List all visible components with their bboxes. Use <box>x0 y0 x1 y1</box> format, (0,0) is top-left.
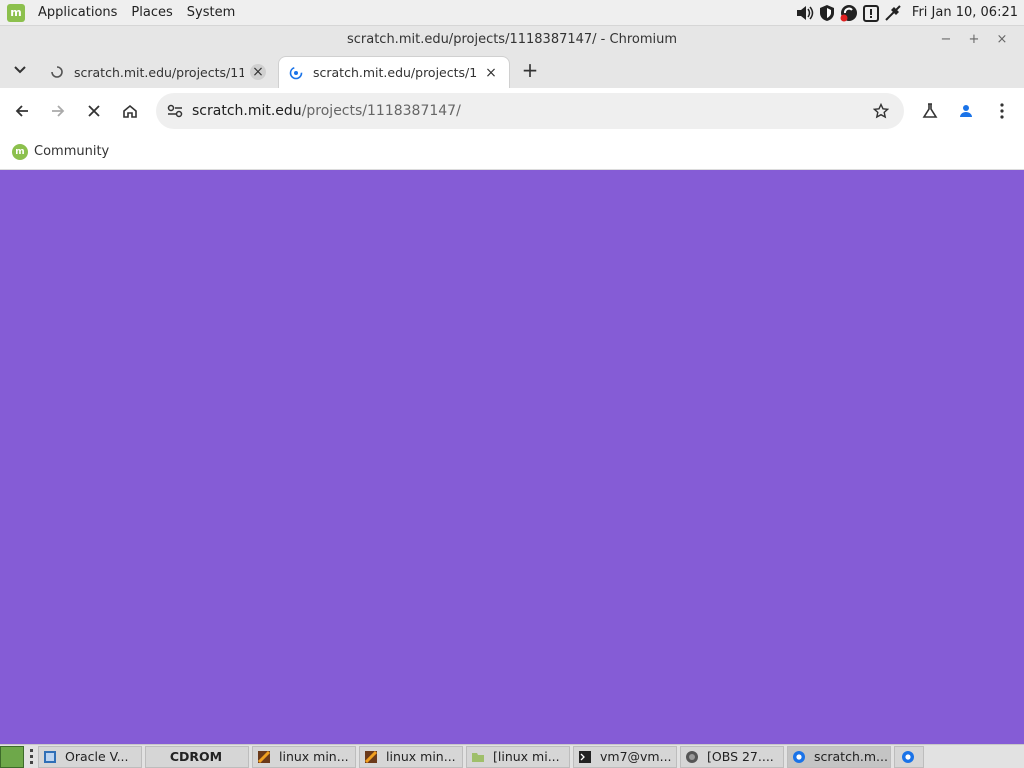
taskbar-item-label: vm7@vm... <box>600 749 672 764</box>
bookmark-community[interactable]: m Community <box>12 143 110 160</box>
volume-icon[interactable] <box>795 3 815 23</box>
taskbar-item[interactable]: CDROM <box>145 745 249 768</box>
taskbar-item[interactable]: Oracle V... <box>38 745 142 768</box>
window-controls: − + × <box>932 26 1016 52</box>
update-manager-icon[interactable] <box>839 3 859 23</box>
toolbar-right-buttons <box>912 93 1020 129</box>
url-path: /projects/1118387147/ <box>301 103 461 119</box>
applications-menu[interactable]: Applications <box>31 0 124 26</box>
minimize-button[interactable]: − <box>932 32 960 47</box>
home-icon <box>123 104 137 118</box>
clock[interactable]: Fri Jan 10, 06:21 <box>912 5 1018 20</box>
mint-menu-icon[interactable]: m <box>7 3 25 22</box>
person-icon <box>960 105 972 117</box>
places-menu[interactable]: Places <box>124 0 179 26</box>
url-host: scratch.mit.edu <box>192 103 302 119</box>
taskbar-item[interactable]: linux min... <box>252 745 356 768</box>
tab-label: scratch.mit.edu/projects/11 <box>313 65 477 80</box>
taskbar-item-label: CDROM <box>169 749 223 764</box>
taskbar-item[interactable]: scratch.m... <box>787 745 891 768</box>
tune-icon <box>167 104 183 118</box>
close-tab-icon[interactable]: × <box>250 64 266 80</box>
new-tab-button[interactable]: + <box>518 58 542 82</box>
window-title: scratch.mit.edu/projects/1118387147/ - C… <box>346 31 678 47</box>
page-content[interactable] <box>0 170 1024 744</box>
loading-favicon-icon <box>289 66 303 80</box>
taskbar-item-label: scratch.m... <box>814 749 888 764</box>
taskbar-item-label: [OBS 27.... <box>707 749 774 764</box>
system-menu[interactable]: System <box>180 0 242 26</box>
stop-loading-button[interactable] <box>76 93 112 129</box>
taskbar-item[interactable]: linux min... <box>359 745 463 768</box>
grip-handle[interactable] <box>28 748 34 766</box>
obs-icon <box>686 750 698 763</box>
taskbar-item-label: [linux mi... <box>493 749 560 764</box>
tab-strip: scratch.mit.edu/projects/11 × scratch.mi… <box>0 52 1024 88</box>
address-bar[interactable]: scratch.mit.edu/projects/1118387147/ <box>156 93 904 129</box>
bookmark-label: Community <box>34 144 110 159</box>
more-vert-icon <box>1000 103 1004 119</box>
linux-mint-icon: m <box>12 143 28 160</box>
star-icon <box>873 103 889 119</box>
forward-button[interactable] <box>40 93 76 129</box>
maximize-button[interactable]: + <box>960 32 988 47</box>
bookmark-star-button[interactable] <box>870 100 892 122</box>
close-window-button[interactable]: × <box>988 32 1016 47</box>
folder-icon <box>472 752 484 762</box>
menu-button[interactable] <box>984 93 1020 129</box>
tab-label: scratch.mit.edu/projects/11 <box>74 64 244 80</box>
clipboard-icon[interactable] <box>861 3 881 23</box>
taskbar-item[interactable]: [OBS 27.... <box>680 745 784 768</box>
system-tray: Fri Jan 10, 06:21 <box>794 0 1024 26</box>
back-button[interactable] <box>4 93 40 129</box>
taskbar-item-label: Oracle V... <box>65 749 129 764</box>
labs-button[interactable] <box>912 93 948 129</box>
taskbar-item[interactable]: [linux mi... <box>466 745 570 768</box>
chromium-icon <box>793 750 805 763</box>
home-button[interactable] <box>112 93 148 129</box>
close-tab-icon[interactable]: × <box>483 65 499 81</box>
shield-icon[interactable] <box>817 3 837 23</box>
taskbar: Oracle V... CDROM linux min... linux min… <box>0 744 1024 768</box>
chevron-down-icon <box>14 66 26 74</box>
url-text[interactable]: scratch.mit.edu/projects/1118387147/ <box>192 103 461 119</box>
terminal-icon <box>579 750 591 763</box>
taskbar-item[interactable]: vm7@vm... <box>573 745 677 768</box>
bookmarks-bar: m Community <box>0 134 1024 170</box>
window-titlebar[interactable]: scratch.mit.edu/projects/1118387147/ - C… <box>0 26 1024 52</box>
taskbar-item-label: linux min... <box>386 749 456 764</box>
tab-scratch-2[interactable]: scratch.mit.edu/projects/11 × <box>278 56 510 88</box>
chromium-icon <box>902 750 914 763</box>
taskbar-item-label: linux min... <box>279 749 349 764</box>
flask-icon <box>922 103 938 118</box>
arrow-right-icon <box>52 105 65 117</box>
arrow-left-icon <box>15 105 28 117</box>
profile-button[interactable] <box>948 93 984 129</box>
taskbar-launcher[interactable] <box>894 745 924 768</box>
show-desktop-button[interactable] <box>0 745 24 768</box>
image-viewer-icon <box>257 750 271 763</box>
tab-scratch-1[interactable]: scratch.mit.edu/projects/11 × <box>40 56 276 88</box>
close-icon <box>88 105 100 117</box>
browser-toolbar: scratch.mit.edu/projects/1118387147/ <box>0 88 1024 134</box>
top-panel: m Applications Places System Fri Jan 10,… <box>0 0 1024 26</box>
image-viewer-icon <box>364 750 378 763</box>
virtualbox-icon <box>44 750 56 763</box>
tab-search-button[interactable] <box>8 58 32 82</box>
network-icon[interactable] <box>883 3 903 23</box>
site-info-button[interactable] <box>160 96 190 126</box>
loading-favicon-icon <box>50 65 64 79</box>
